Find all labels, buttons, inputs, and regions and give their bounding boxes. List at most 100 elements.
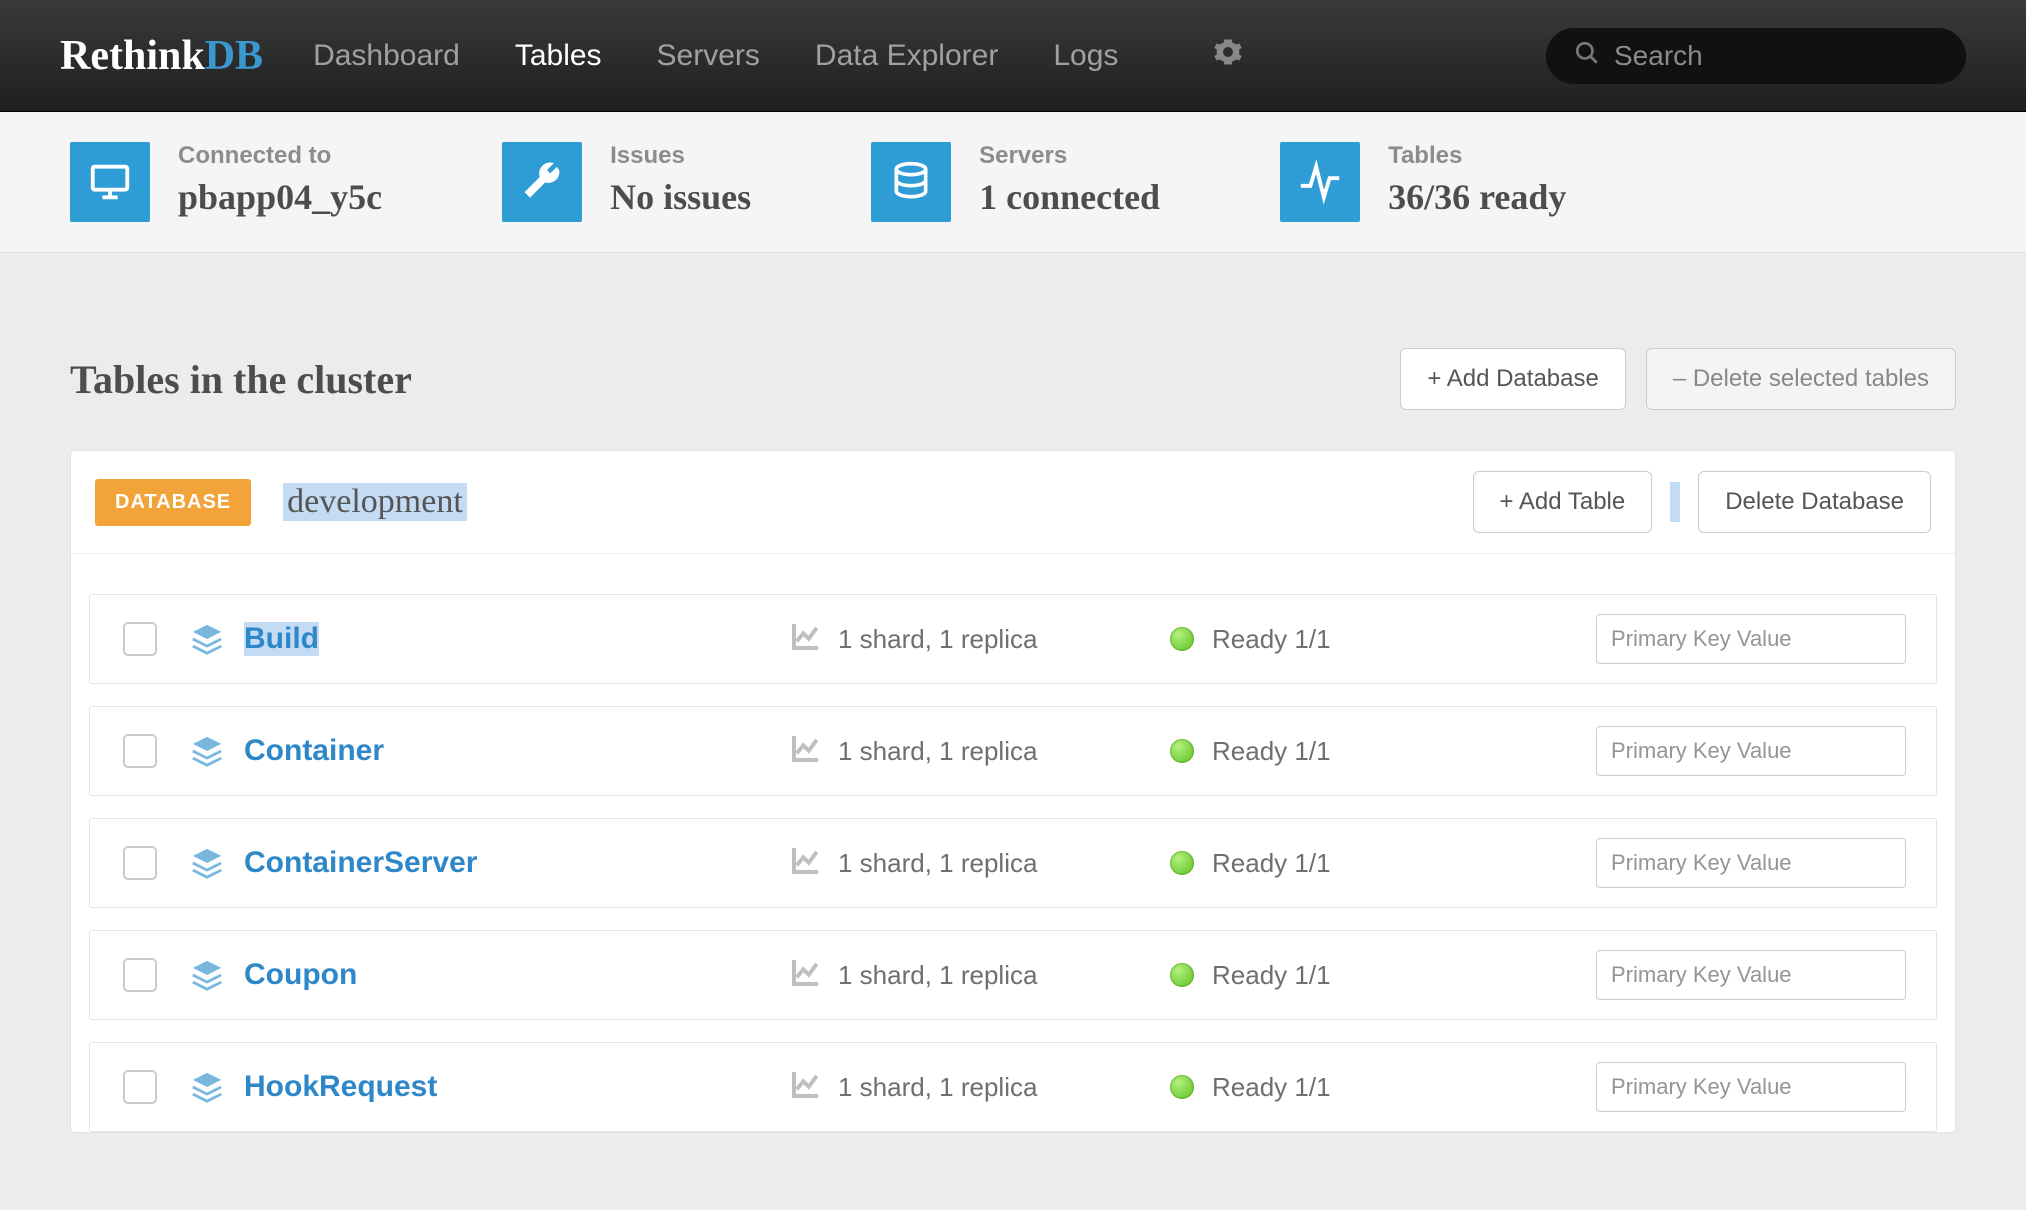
primary-key-input[interactable] [1596,614,1906,664]
shard-cell: 1 shard, 1 replica [790,620,1170,659]
stat-connected: Connected to pbapp04_y5c [70,142,382,222]
layers-icon [190,1070,224,1104]
primary-key-input[interactable] [1596,838,1906,888]
stat-connected-label: Connected to [178,142,382,170]
delete-selected-button[interactable]: – Delete selected tables [1646,348,1956,410]
add-table-button[interactable]: + Add Table [1473,471,1653,533]
shard-cell: 1 shard, 1 replica [790,956,1170,995]
status-text: Ready 1/1 [1212,736,1331,767]
brand-logo[interactable]: RethinkDB [60,32,263,80]
status-dot-icon [1170,1075,1194,1099]
table-row: HookRequest 1 shard, 1 replica Ready 1/1 [89,1042,1937,1132]
table-row: ContainerServer 1 shard, 1 replica Ready… [89,818,1937,908]
chart-icon [790,620,822,659]
table-row: Container 1 shard, 1 replica Ready 1/1 [89,706,1937,796]
shard-text: 1 shard, 1 replica [838,736,1037,767]
database-panel: DATABASE development + Add Table Delete … [70,450,1956,1133]
database-name[interactable]: development [283,483,467,521]
name-cell: Build [190,622,790,656]
shard-text: 1 shard, 1 replica [838,1072,1037,1103]
chart-icon [790,956,822,995]
search-wrap[interactable] [1546,28,1966,84]
layers-icon [190,958,224,992]
checkbox-cell [90,622,190,656]
shard-text: 1 shard, 1 replica [838,624,1037,655]
status-cell: Ready 1/1 [1170,848,1430,879]
nav-links: Dashboard Tables Servers Data Explorer L… [313,37,1486,75]
database-badge: DATABASE [95,479,251,526]
table-name[interactable]: Container [244,734,384,768]
nav-logs[interactable]: Logs [1053,39,1118,73]
chart-icon [790,1068,822,1107]
row-checkbox[interactable] [123,846,157,880]
status-dot-icon [1170,739,1194,763]
shard-text: 1 shard, 1 replica [838,960,1037,991]
stat-tables: Tables 36/36 ready [1280,142,1566,222]
table-name[interactable]: Coupon [244,958,357,992]
selection-divider [1670,482,1680,522]
primary-key-input[interactable] [1596,1062,1906,1112]
layers-icon [190,734,224,768]
stat-tables-value: 36/36 ready [1388,176,1566,218]
status-text: Ready 1/1 [1212,848,1331,879]
checkbox-cell [90,846,190,880]
shard-text: 1 shard, 1 replica [838,848,1037,879]
table-name[interactable]: ContainerServer [244,846,477,880]
pk-cell [1430,614,1936,664]
delete-database-button[interactable]: Delete Database [1698,471,1931,533]
pk-cell [1430,950,1936,1000]
chart-icon [790,844,822,883]
status-text: Ready 1/1 [1212,624,1331,655]
stat-servers-value: 1 connected [979,176,1160,218]
nav-data-explorer[interactable]: Data Explorer [815,39,998,73]
title-buttons: + Add Database – Delete selected tables [1400,348,1956,410]
stat-servers-label: Servers [979,142,1160,170]
database-icon [871,142,951,222]
stat-issues-value: No issues [610,176,751,218]
add-database-button[interactable]: + Add Database [1400,348,1625,410]
layers-icon [190,622,224,656]
status-cell: Ready 1/1 [1170,736,1430,767]
table-name[interactable]: Build [244,622,319,656]
layers-icon [190,846,224,880]
shard-cell: 1 shard, 1 replica [790,732,1170,771]
gear-icon[interactable] [1213,37,1243,75]
row-checkbox[interactable] [123,1070,157,1104]
database-header: DATABASE development + Add Table Delete … [71,451,1955,554]
brand-b: DB [205,33,263,79]
table-row: Build 1 shard, 1 replica Ready 1/1 [89,594,1937,684]
main: Tables in the cluster + Add Database – D… [0,253,2026,1133]
status-dot-icon [1170,851,1194,875]
status-dot-icon [1170,627,1194,651]
table-name[interactable]: HookRequest [244,1070,437,1104]
name-cell: ContainerServer [190,846,790,880]
search-input[interactable] [1614,40,1938,72]
status-text: Ready 1/1 [1212,1072,1331,1103]
name-cell: Container [190,734,790,768]
stat-tables-label: Tables [1388,142,1566,170]
nav-servers[interactable]: Servers [657,39,760,73]
primary-key-input[interactable] [1596,726,1906,776]
wrench-icon [502,142,582,222]
page-title: Tables in the cluster [70,356,412,403]
stat-connected-value: pbapp04_y5c [178,176,382,218]
stat-servers: Servers 1 connected [871,142,1160,222]
primary-key-input[interactable] [1596,950,1906,1000]
status-cell: Ready 1/1 [1170,1072,1430,1103]
chart-icon [790,732,822,771]
name-cell: HookRequest [190,1070,790,1104]
shard-cell: 1 shard, 1 replica [790,844,1170,883]
nav-dashboard[interactable]: Dashboard [313,39,460,73]
status-text: Ready 1/1 [1212,960,1331,991]
pk-cell [1430,838,1936,888]
search-icon [1574,40,1600,71]
row-checkbox[interactable] [123,622,157,656]
table-row: Coupon 1 shard, 1 replica Ready 1/1 [89,930,1937,1020]
top-nav: RethinkDB Dashboard Tables Servers Data … [0,0,2026,112]
shard-cell: 1 shard, 1 replica [790,1068,1170,1107]
checkbox-cell [90,958,190,992]
status-cell: Ready 1/1 [1170,960,1430,991]
nav-tables[interactable]: Tables [515,39,602,73]
row-checkbox[interactable] [123,734,157,768]
row-checkbox[interactable] [123,958,157,992]
